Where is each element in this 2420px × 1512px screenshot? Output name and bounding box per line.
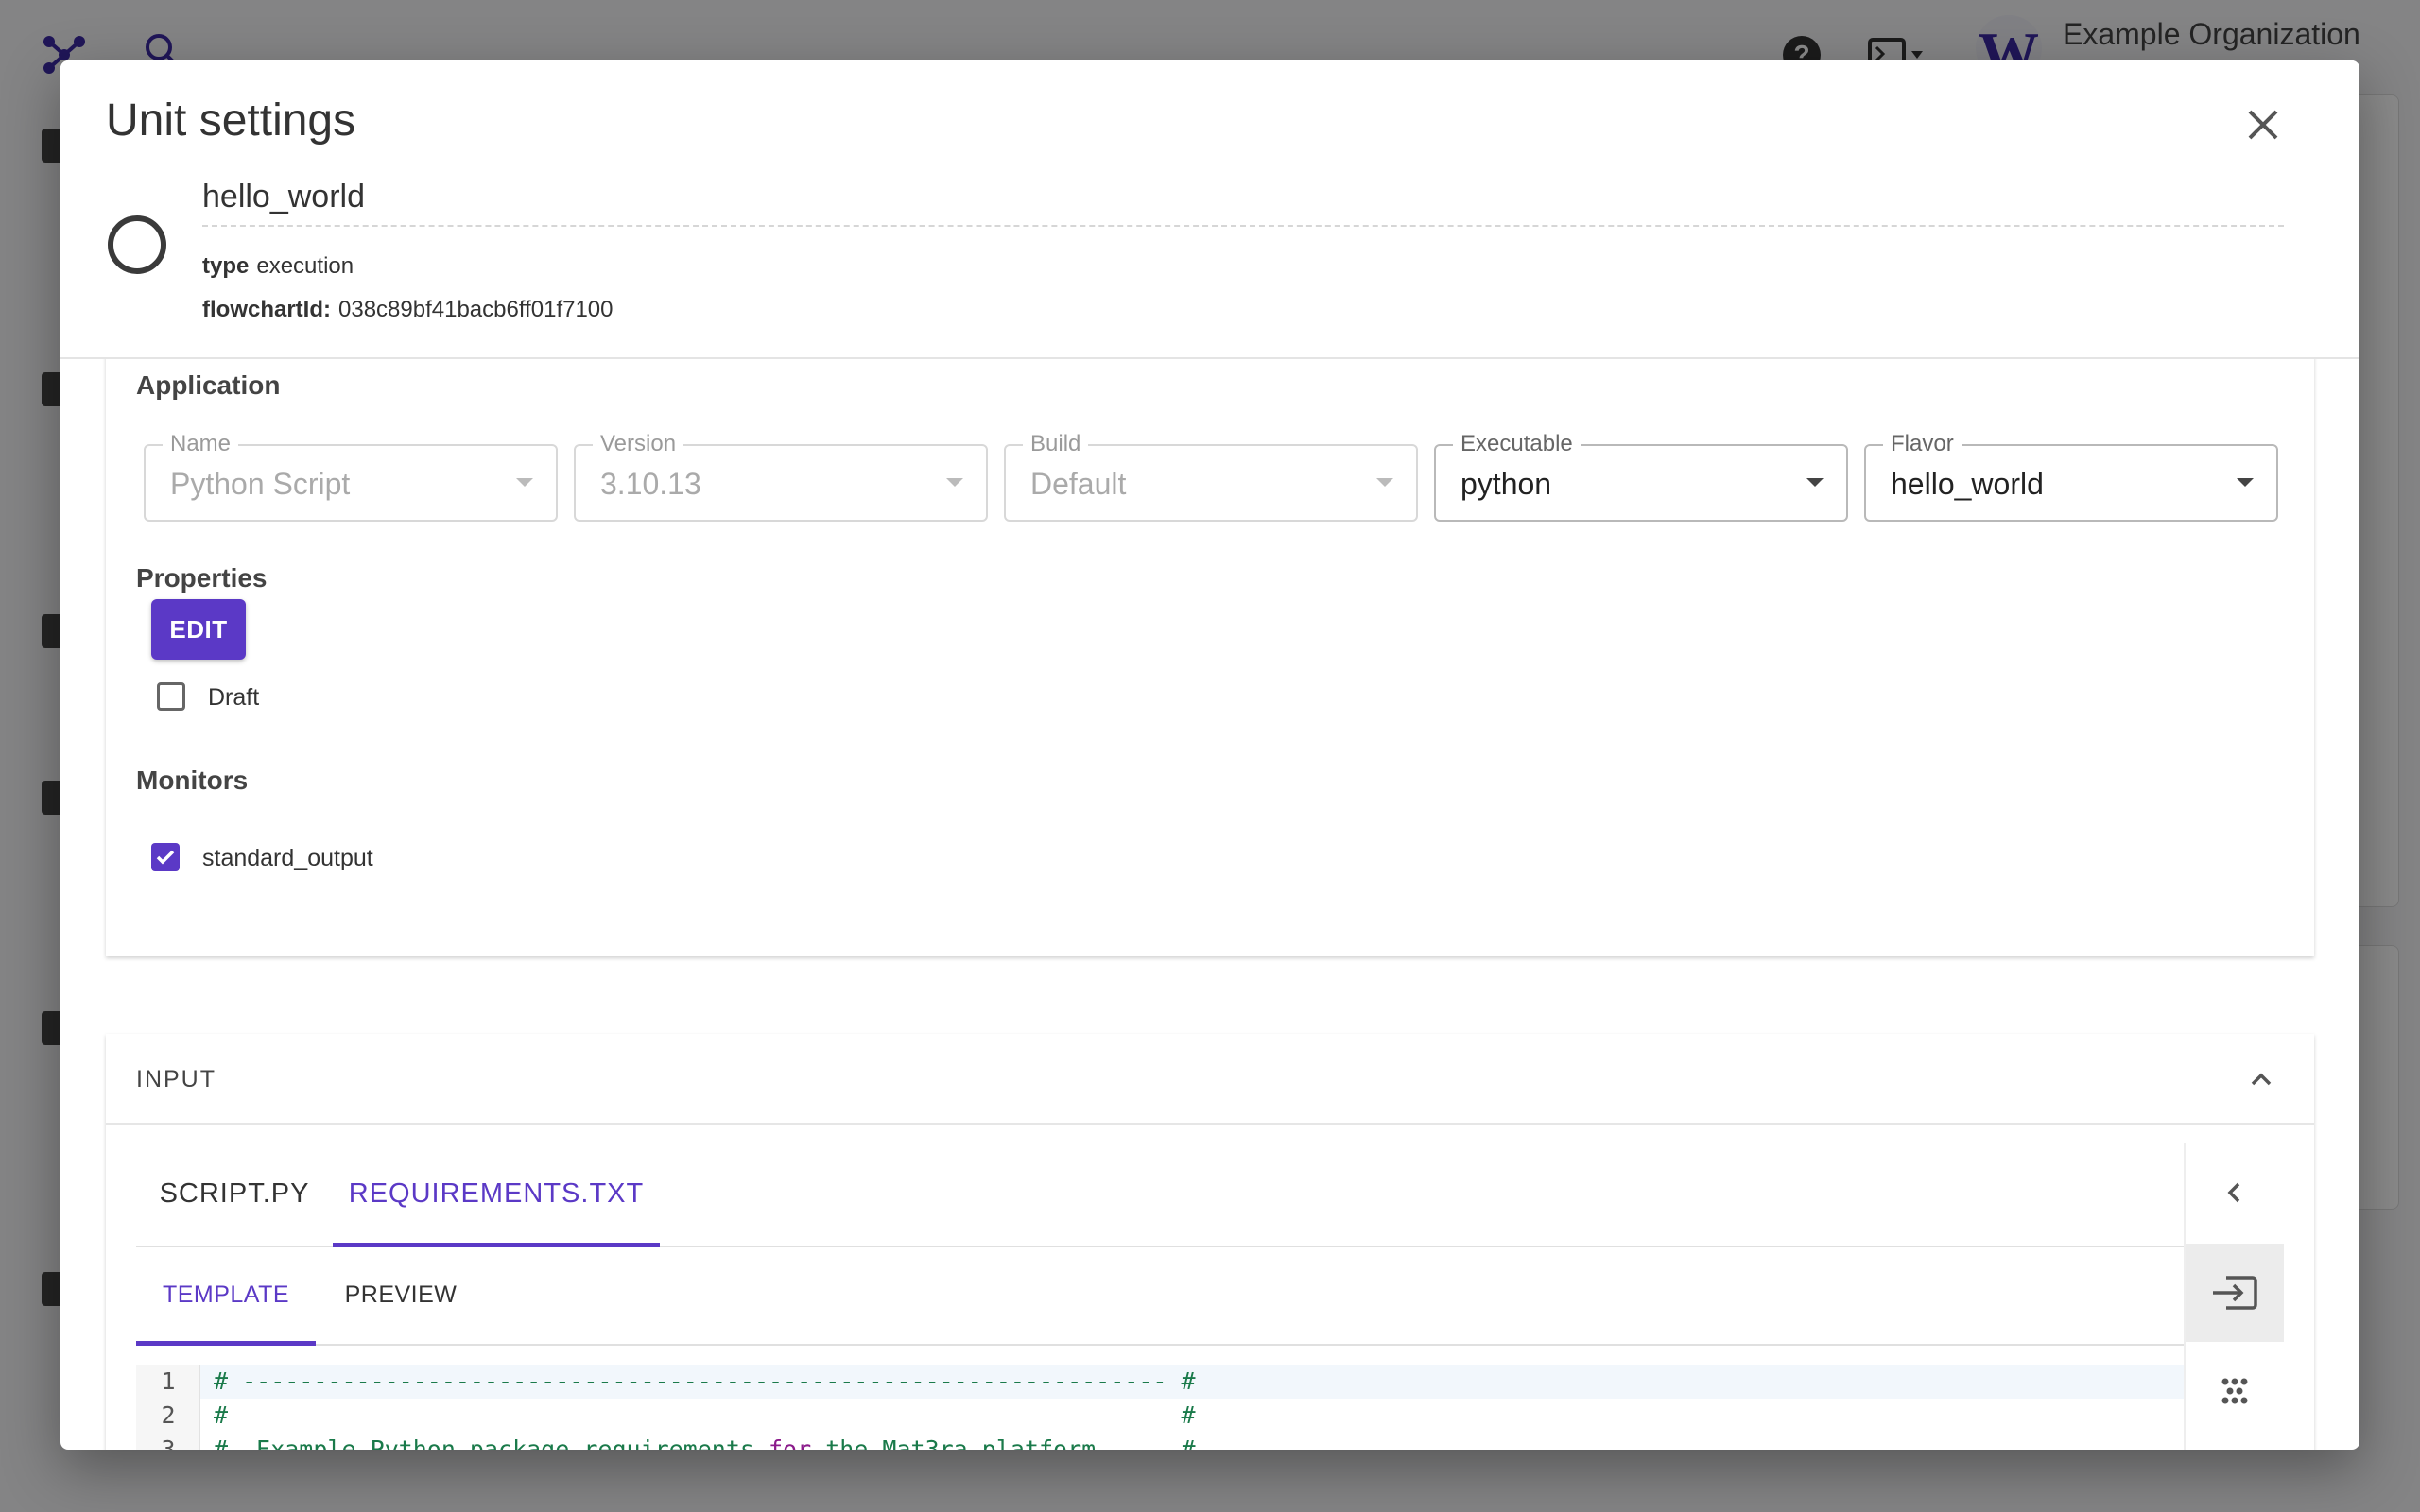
input-title: INPUT [136, 1066, 216, 1092]
tab-script-py[interactable]: SCRIPT.PY [136, 1143, 333, 1247]
input-icon [2213, 1276, 2257, 1310]
unit-name-field[interactable]: hello_world [202, 178, 2284, 227]
code-line[interactable]: # --------------------------------------… [200, 1365, 2184, 1399]
dots-grid-icon [2221, 1378, 2248, 1404]
dialog-header: Unit settings hello_world type execution … [60, 60, 2360, 359]
field-label: Flavor [1883, 431, 1962, 457]
check-icon [156, 850, 175, 865]
edit-properties-button[interactable]: EDIT [151, 599, 246, 660]
flavor-select[interactable]: Flavor hello_world [1864, 431, 2278, 522]
application-name-select: Name Python Script [144, 431, 558, 522]
standard-output-label: standard_output [202, 845, 373, 871]
grid-dots-button[interactable] [2186, 1342, 2284, 1440]
chevron-down-icon [1376, 478, 1393, 487]
draft-checkbox[interactable] [157, 682, 185, 711]
application-section-label: Application [136, 370, 281, 400]
executable-select[interactable]: Executable python [1434, 431, 1848, 522]
properties-section-label: Properties [136, 563, 268, 593]
editor-side-rail [2184, 1143, 2284, 1450]
code-line[interactable]: # # [200, 1399, 2184, 1433]
code-comment: # --------------------------------------… [214, 1367, 1196, 1395]
field-value: Python Script [170, 467, 351, 501]
field-label: Name [163, 431, 239, 457]
field-value: hello_world [1891, 467, 2044, 501]
field-label: Version [593, 431, 684, 457]
line-number: 1 [161, 1367, 176, 1395]
dialog-title: Unit settings [106, 95, 356, 146]
chevron-down-icon [516, 478, 533, 487]
field-value: python [1461, 467, 1552, 501]
flowchart-id-value: 038c89bf41bacb6ff01f7100 [338, 297, 614, 322]
unit-type: type execution [202, 253, 354, 280]
input-accordion-header[interactable]: INPUT [106, 1034, 2314, 1125]
monitors-section-label: Monitors [136, 765, 249, 795]
application-build-select: Build Default [1004, 431, 1418, 522]
flowchart-id-key: flowchartId: [202, 297, 331, 322]
code-keyword: for [769, 1435, 812, 1450]
chevron-left-icon [2227, 1182, 2240, 1203]
chevron-down-icon[interactable] [2237, 478, 2254, 487]
unit-type-key: type [202, 253, 250, 279]
code-comment: # Example Python package requirements [214, 1435, 769, 1450]
application-panel: Application Name Python Script Version 3… [106, 359, 2314, 956]
field-value: Default [1030, 467, 1127, 501]
line-number: 2 [161, 1401, 176, 1429]
application-version-select: Version 3.10.13 [574, 431, 988, 522]
input-panel: INPUT SCRIPT.PY REQUIREMENTS.TXT TEMPLAT… [106, 1034, 2314, 1450]
code-editor[interactable]: # --------------------------------------… [136, 1365, 2184, 1450]
unit-type-value: execution [256, 253, 354, 279]
draft-label: Draft [208, 684, 260, 711]
file-tabs: SCRIPT.PY REQUIREMENTS.TXT [136, 1143, 2184, 1247]
code-line[interactable]: # Example Python package requirements fo… [200, 1433, 2184, 1450]
standard-output-checkbox[interactable] [151, 843, 180, 871]
view-tabs: TEMPLATE PREVIEW [136, 1247, 2184, 1346]
field-label: Build [1023, 431, 1089, 457]
flowchart-id: flowchartId: 038c89bf41bacb6ff01f7100 [202, 297, 614, 323]
insert-input-button[interactable] [2186, 1244, 2284, 1342]
tab-requirements-txt[interactable]: REQUIREMENTS.TXT [333, 1143, 660, 1247]
chevron-up-icon[interactable] [2248, 1066, 2274, 1092]
code-comment: # # [214, 1401, 1196, 1429]
chevron-down-icon [946, 478, 963, 487]
chevron-down-icon[interactable] [1806, 478, 1824, 487]
collapse-rail-button[interactable] [2186, 1143, 2284, 1242]
line-number: 3 [161, 1435, 176, 1450]
tab-preview[interactable]: PREVIEW [316, 1247, 486, 1346]
field-value: 3.10.13 [600, 467, 701, 501]
close-icon[interactable] [2240, 102, 2286, 147]
unit-status-icon [108, 215, 166, 274]
code-comment: the Mat3ra platform # [811, 1435, 1196, 1450]
tab-template[interactable]: TEMPLATE [136, 1247, 316, 1346]
unit-settings-dialog: Unit settings hello_world type execution … [60, 60, 2360, 1450]
dialog-body: Application Name Python Script Version 3… [60, 359, 2360, 1450]
field-label: Executable [1453, 431, 1581, 457]
